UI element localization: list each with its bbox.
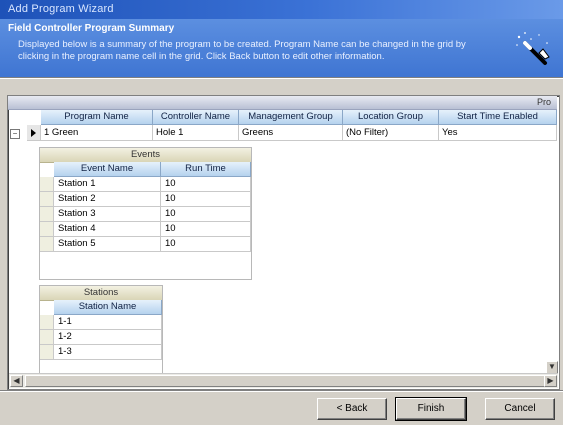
column-header-program-name[interactable]: Program Name <box>41 110 153 125</box>
scroll-left-icon[interactable]: ◀ <box>10 375 23 387</box>
controller-name-cell: Hole 1 <box>153 125 239 141</box>
title-bar: Add Program Wizard <box>0 0 563 19</box>
collapse-icon[interactable]: − <box>10 129 20 139</box>
row-selector[interactable] <box>40 315 54 330</box>
scrollbar-thumb[interactable] <box>25 375 545 387</box>
stations-band: Stations Station Name 1-1 1-2 1-3 <box>39 285 163 375</box>
program-summary-grid[interactable]: Pro Program Name Controller Name Managem… <box>7 95 560 390</box>
run-time-cell[interactable]: 10 <box>161 192 251 207</box>
program-name-cell[interactable]: 1 Green <box>41 125 153 141</box>
horizontal-scrollbar[interactable]: ◀ ▶ <box>9 373 558 388</box>
row-selector[interactable] <box>40 222 54 237</box>
row-selector[interactable] <box>27 125 41 141</box>
event-name-cell: Station 2 <box>54 192 161 207</box>
event-name-cell: Station 4 <box>54 222 161 237</box>
run-time-cell[interactable]: 10 <box>161 207 251 222</box>
column-header-management-group[interactable]: Management Group <box>239 110 343 125</box>
group-by-bar: Pro <box>8 96 557 110</box>
row-selector[interactable] <box>40 237 54 252</box>
page-title: Field Controller Program Summary <box>8 23 175 34</box>
column-header-station-name[interactable]: Station Name <box>54 300 162 315</box>
events-band: Events Event Name Run Time Station 1 10 … <box>39 147 252 280</box>
events-band-title: Events <box>40 148 251 163</box>
column-header-start-time-enabled[interactable]: Start Time Enabled <box>439 110 557 125</box>
magic-wand-icon <box>516 32 550 65</box>
row-selector[interactable] <box>40 177 54 192</box>
run-time-cell[interactable]: 10 <box>161 177 251 192</box>
window-title: Add Program Wizard <box>8 3 114 15</box>
event-name-cell: Station 5 <box>54 237 161 252</box>
row-selector[interactable] <box>40 192 54 207</box>
wizard-header: Field Controller Program Summary Display… <box>0 19 563 77</box>
column-header-run-time[interactable]: Run Time <box>161 162 251 177</box>
current-row-arrow-icon <box>31 129 36 137</box>
station-name-cell: 1-3 <box>54 345 162 360</box>
header-separator <box>0 77 563 79</box>
wizard-window: Add Program Wizard Field Controller Prog… <box>0 0 563 425</box>
row-selector[interactable] <box>40 345 54 360</box>
station-name-cell: 1-1 <box>54 315 162 330</box>
page-description: Displayed below is a summary of the prog… <box>18 39 466 62</box>
start-time-enabled-cell: Yes <box>439 125 557 141</box>
scroll-right-icon[interactable]: ▶ <box>544 375 557 387</box>
row-selector[interactable] <box>40 207 54 222</box>
location-group-cell: (No Filter) <box>343 125 439 141</box>
column-header-event-name[interactable]: Event Name <box>54 162 161 177</box>
back-button[interactable]: < Back <box>317 398 387 420</box>
run-time-cell[interactable]: 10 <box>161 237 251 252</box>
management-group-cell: Greens <box>239 125 343 141</box>
finish-button[interactable]: Finish <box>395 397 467 421</box>
stations-band-title: Stations <box>40 286 162 301</box>
cancel-button[interactable]: Cancel <box>485 398 555 420</box>
row-selector[interactable] <box>40 330 54 345</box>
event-name-cell: Station 1 <box>54 177 161 192</box>
station-name-cell: 1-2 <box>54 330 162 345</box>
run-time-cell[interactable]: 10 <box>161 222 251 237</box>
footer-separator <box>0 390 563 392</box>
group-bar-label: Pro <box>536 97 551 107</box>
event-name-cell: Station 3 <box>54 207 161 222</box>
column-header-controller-name[interactable]: Controller Name <box>153 110 239 125</box>
column-header-location-group[interactable]: Location Group <box>343 110 439 125</box>
